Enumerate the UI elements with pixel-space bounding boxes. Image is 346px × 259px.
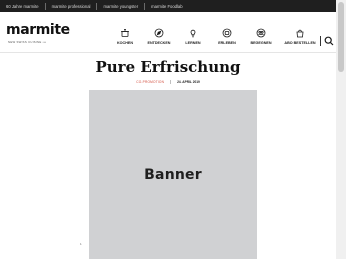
people-icon	[256, 28, 266, 38]
top-link-youngster[interactable]: marmite youngster	[97, 4, 144, 9]
nav-label: BEGEGNEN	[250, 41, 272, 45]
banner-label: Banner	[144, 166, 202, 183]
nav-item-erleben[interactable]: ERLEBEN	[210, 28, 244, 45]
nav-item-lernen[interactable]: LERNEN	[176, 28, 210, 45]
main-nav: KOCHEN ENTDECKEN LERNEN ERLEBEN BEGEGNEN…	[108, 28, 322, 45]
site-logo[interactable]: marmite	[6, 23, 70, 37]
top-bar: 60 Jahre marmite marmite professional ma…	[0, 0, 336, 12]
nav-item-kochen[interactable]: KOCHEN	[108, 28, 142, 45]
article-category[interactable]: CO-PROMOTION	[136, 80, 164, 84]
meta-divider	[170, 80, 172, 85]
top-link-foodlab[interactable]: marmite Foodlab	[145, 4, 188, 9]
ticket-icon	[222, 28, 232, 38]
scrollbar-thumb[interactable]	[338, 2, 344, 72]
scrollbar[interactable]	[336, 0, 346, 259]
top-link-60-jahre[interactable]: 60 Jahre marmite	[0, 4, 45, 9]
nav-label: ERLEBEN	[218, 41, 236, 45]
compass-icon	[154, 28, 164, 38]
nav-item-abo-bestellen[interactable]: ABO BESTELLEN	[278, 28, 322, 45]
nav-label: ABO BESTELLEN	[284, 41, 316, 45]
logo-tagline: NEW SWISS CUISINE •••	[8, 40, 47, 44]
header-divider	[320, 36, 321, 46]
nav-label: ENTDECKEN	[147, 41, 171, 45]
nav-item-entdecken[interactable]: ENTDECKEN	[142, 28, 176, 45]
side-number: 1	[80, 242, 82, 246]
article-date: 24. APRIL 2019	[177, 80, 200, 84]
page: 60 Jahre marmite marmite professional ma…	[0, 0, 336, 259]
article-meta: CO-PROMOTION 24. APRIL 2019	[0, 80, 336, 85]
top-link-professional[interactable]: marmite professional	[46, 4, 97, 9]
nav-item-begegnen[interactable]: BEGEGNEN	[244, 28, 278, 45]
lightbulb-icon	[190, 29, 196, 38]
search-icon[interactable]	[324, 36, 334, 46]
site-header: marmite NEW SWISS CUISINE ••• KOCHEN ENT…	[0, 12, 336, 53]
banner-placeholder: Banner	[89, 90, 257, 259]
nav-label: LERNEN	[185, 41, 201, 45]
nav-label: KOCHEN	[117, 41, 133, 45]
article-title: Pure Erfrischung	[95, 58, 241, 76]
pot-icon	[121, 29, 129, 37]
bag-icon	[296, 29, 304, 38]
